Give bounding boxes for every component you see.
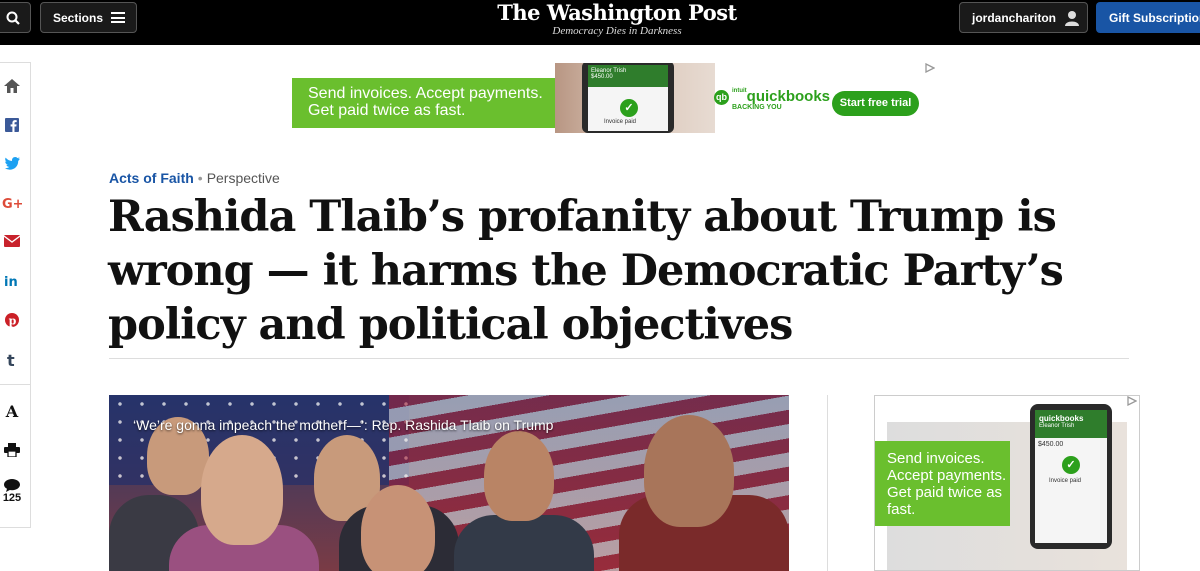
ad-headline-box: Send invoices. Accept payments. Get paid… xyxy=(875,441,1010,526)
ad-photo: Eleanor Trish $450.00 ✓ Invoice paid xyxy=(555,63,715,133)
email-icon xyxy=(4,235,20,247)
check-icon: ✓ xyxy=(620,99,638,117)
check-icon: ✓ xyxy=(1062,456,1080,474)
phone-image: quickbooks Eleanor Trish $450.00 ✓ Invoi… xyxy=(1030,404,1112,549)
svg-text:in: in xyxy=(4,275,18,288)
search-button[interactable] xyxy=(0,2,31,33)
svg-text:p: p xyxy=(9,315,17,328)
invoice-status: Invoice paid xyxy=(604,119,637,125)
username: jordanchariton xyxy=(972,10,1057,25)
linkedin-share-button[interactable]: in xyxy=(0,274,30,288)
tagline: Democracy Dies in Darkness xyxy=(552,25,682,37)
video-caption: ‘We’re gonna impeach the motherf—’: Rep.… xyxy=(133,417,554,433)
start-free-trial-button[interactable]: Start free trial xyxy=(832,91,919,116)
facebook-icon xyxy=(5,118,19,132)
top-banner-ad[interactable]: Send invoices. Accept payments. Get paid… xyxy=(292,63,938,133)
quickbooks-icon: qb xyxy=(714,89,729,105)
ad-headline-box: Send invoices. Accept payments. Get paid… xyxy=(292,78,555,128)
article-type: Perspective xyxy=(206,170,280,186)
user-icon xyxy=(1065,10,1080,26)
top-nav-bar: Sections The Washington Post Democracy D… xyxy=(0,0,1200,45)
print-icon xyxy=(4,443,20,457)
article-kicker: Acts of Faith • Perspective xyxy=(109,170,280,186)
phone-amount: $450.00 xyxy=(591,74,613,80)
hamburger-icon xyxy=(111,12,126,23)
google-plus-icon: G+ xyxy=(2,197,22,210)
kicker-separator: • xyxy=(197,170,203,186)
svg-text:t: t xyxy=(7,352,15,368)
masthead[interactable]: The Washington Post Democracy Dies in Da… xyxy=(450,1,784,38)
person-head xyxy=(484,431,554,521)
article-headline: Rashida Tlaib’s profanity about Trump is… xyxy=(108,192,1064,350)
invoice-status: Invoice paid xyxy=(1049,478,1082,484)
brand-prefix: intuit xyxy=(732,88,747,94)
twitter-share-button[interactable] xyxy=(0,157,30,170)
comments-icon xyxy=(4,479,20,492)
headline-rule xyxy=(109,358,1129,359)
user-account-button[interactable]: jordanchariton xyxy=(959,2,1088,33)
home-button[interactable] xyxy=(0,79,30,93)
ad-choices-icon[interactable] xyxy=(1127,396,1137,406)
text-size-icon: A xyxy=(5,402,19,421)
phone-amount: $450.00 xyxy=(1038,441,1064,448)
video-player[interactable]: ‘We’re gonna impeach the motherf—’: Rep.… xyxy=(109,395,789,571)
sidebar-ad[interactable]: quickbooks Eleanor Trish $450.00 ✓ Invoi… xyxy=(874,395,1140,571)
section-link[interactable]: Acts of Faith xyxy=(109,170,194,186)
quickbooks-logo: qbintuitquickbooks BACKING YOU xyxy=(714,88,830,111)
phone-name: Eleanor Trish xyxy=(1039,423,1075,429)
brand-name: quickbooks xyxy=(746,88,831,105)
rail-divider xyxy=(0,384,30,385)
google-plus-share-button[interactable]: G+ xyxy=(0,196,30,210)
comment-count: 125 xyxy=(2,492,22,504)
svg-text:G+: G+ xyxy=(2,197,22,210)
search-icon xyxy=(6,11,20,25)
ad-choices-icon[interactable] xyxy=(925,63,935,73)
phone-brand: quickbooks xyxy=(1039,414,1084,423)
email-share-button[interactable] xyxy=(0,235,30,247)
home-icon xyxy=(4,79,20,93)
twitter-icon xyxy=(4,157,20,170)
site-logo[interactable]: The Washington Post xyxy=(450,1,784,25)
tumblr-icon: t xyxy=(7,352,15,368)
pinterest-icon: p xyxy=(5,313,19,327)
share-rail: G+ in p t A 125 xyxy=(0,62,31,528)
ad-line-2: Get paid twice as fast. xyxy=(308,102,466,119)
facebook-share-button[interactable] xyxy=(0,118,30,132)
person-head xyxy=(644,415,734,527)
phone-image: Eleanor Trish $450.00 ✓ Invoice paid xyxy=(582,63,674,133)
gift-label: Gift Subscriptions xyxy=(1109,10,1200,25)
gift-subscriptions-button[interactable]: Gift Subscriptions xyxy=(1096,2,1200,33)
tumblr-share-button[interactable]: t xyxy=(0,352,30,368)
column-divider xyxy=(827,395,828,571)
comments-button[interactable]: 125 xyxy=(0,479,30,504)
print-button[interactable] xyxy=(0,443,30,457)
text-size-button[interactable]: A xyxy=(0,402,30,421)
brand-tag: BACKING YOU xyxy=(732,104,782,111)
person-head xyxy=(201,435,283,545)
ad-line-1: Send invoices. Accept payments. xyxy=(308,85,543,102)
sections-menu-button[interactable]: Sections xyxy=(40,2,137,33)
person-head xyxy=(361,485,435,571)
sections-label: Sections xyxy=(53,10,104,25)
pinterest-share-button[interactable]: p xyxy=(0,313,30,327)
linkedin-icon: in xyxy=(4,275,18,288)
person-body xyxy=(454,515,594,571)
